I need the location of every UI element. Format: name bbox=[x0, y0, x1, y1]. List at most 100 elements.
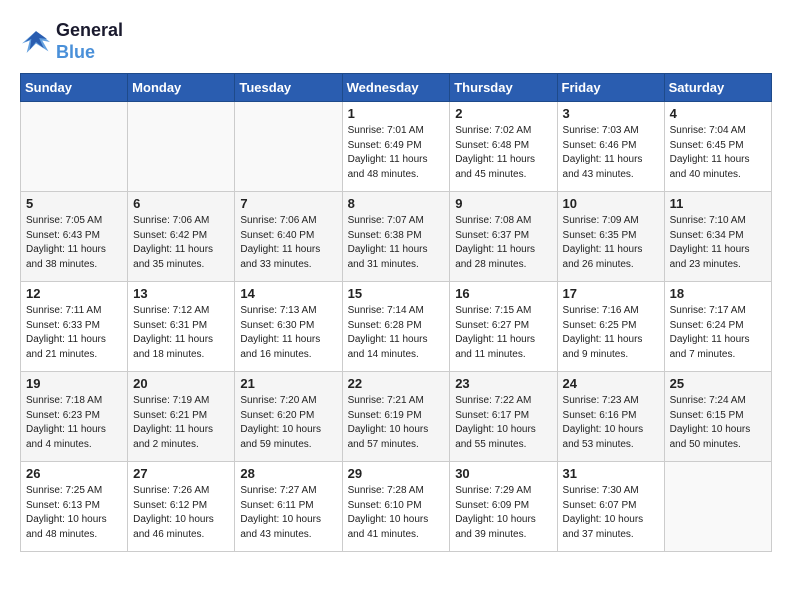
logo-bird-icon bbox=[20, 28, 52, 56]
week-row-3: 12 Sunrise: 7:11 AM Sunset: 6:33 PM Dayli… bbox=[21, 282, 772, 372]
day-number: 6 bbox=[133, 196, 229, 211]
day-info: Sunrise: 7:02 AM Sunset: 6:48 PM Dayligh… bbox=[455, 124, 551, 182]
weekday-header-friday: Friday bbox=[557, 74, 664, 102]
day-number: 26 bbox=[26, 466, 122, 481]
weekday-header-sunday: Sunday bbox=[21, 74, 128, 102]
day-number: 25 bbox=[670, 376, 766, 391]
calendar-cell: 29 Sunrise: 7:28 AM Sunset: 6:10 PM Dayli… bbox=[342, 462, 450, 552]
day-number: 7 bbox=[240, 196, 336, 211]
calendar-cell: 11 Sunrise: 7:10 AM Sunset: 6:34 PM Dayli… bbox=[664, 192, 771, 282]
calendar-cell: 17 Sunrise: 7:16 AM Sunset: 6:25 PM Dayli… bbox=[557, 282, 664, 372]
header: General Blue bbox=[20, 20, 772, 63]
day-number: 10 bbox=[563, 196, 659, 211]
calendar-cell: 21 Sunrise: 7:20 AM Sunset: 6:20 PM Dayli… bbox=[235, 372, 342, 462]
day-info: Sunrise: 7:23 AM Sunset: 6:16 PM Dayligh… bbox=[563, 394, 659, 452]
day-info: Sunrise: 7:12 AM Sunset: 6:31 PM Dayligh… bbox=[133, 304, 229, 362]
day-info: Sunrise: 7:14 AM Sunset: 6:28 PM Dayligh… bbox=[348, 304, 445, 362]
calendar-cell: 27Sunrise: 7:26 AM Sunset: 6:12 PM Dayli… bbox=[128, 462, 235, 552]
calendar-cell: 6 Sunrise: 7:06 AM Sunset: 6:42 PM Daylig… bbox=[128, 192, 235, 282]
day-number: 29 bbox=[348, 466, 445, 481]
calendar-cell: 25 Sunrise: 7:24 AM Sunset: 6:15 PM Dayli… bbox=[664, 372, 771, 462]
day-info: Sunrise: 7:07 AM Sunset: 6:38 PM Dayligh… bbox=[348, 214, 445, 272]
calendar-cell: 28 Sunrise: 7:27 AM Sunset: 6:11 PM Dayli… bbox=[235, 462, 342, 552]
calendar-cell: 12 Sunrise: 7:11 AM Sunset: 6:33 PM Dayli… bbox=[21, 282, 128, 372]
day-number: 19 bbox=[26, 376, 122, 391]
calendar-cell: 30 Sunrise: 7:29 AM Sunset: 6:09 PM Dayli… bbox=[450, 462, 557, 552]
day-number: 3 bbox=[563, 106, 659, 121]
day-number: 15 bbox=[348, 286, 445, 301]
calendar-cell: 10 Sunrise: 7:09 AM Sunset: 6:35 PM Dayli… bbox=[557, 192, 664, 282]
day-info: Sunrise: 7:13 AM Sunset: 6:30 PM Dayligh… bbox=[240, 304, 336, 362]
day-info: Sunrise: 7:19 AM Sunset: 6:21 PM Dayligh… bbox=[133, 394, 229, 452]
day-info: Sunrise: 7:28 AM Sunset: 6:10 PM Dayligh… bbox=[348, 484, 445, 542]
calendar-cell bbox=[21, 102, 128, 192]
calendar-cell: 9Sunrise: 7:08 AM Sunset: 6:37 PM Daylig… bbox=[450, 192, 557, 282]
day-number: 31 bbox=[563, 466, 659, 481]
calendar-cell: 22 Sunrise: 7:21 AM Sunset: 6:19 PM Dayli… bbox=[342, 372, 450, 462]
day-info: Sunrise: 7:06 AM Sunset: 6:40 PM Dayligh… bbox=[240, 214, 336, 272]
day-number: 4 bbox=[670, 106, 766, 121]
weekday-header-saturday: Saturday bbox=[664, 74, 771, 102]
day-info: Sunrise: 7:18 AM Sunset: 6:23 PM Dayligh… bbox=[26, 394, 122, 452]
calendar-cell: 8 Sunrise: 7:07 AM Sunset: 6:38 PM Daylig… bbox=[342, 192, 450, 282]
calendar: SundayMondayTuesdayWednesdayThursdayFrid… bbox=[20, 73, 772, 552]
calendar-cell: 19 Sunrise: 7:18 AM Sunset: 6:23 PM Dayli… bbox=[21, 372, 128, 462]
calendar-cell: 14 Sunrise: 7:13 AM Sunset: 6:30 PM Dayli… bbox=[235, 282, 342, 372]
weekday-header-wednesday: Wednesday bbox=[342, 74, 450, 102]
calendar-cell: 23 Sunrise: 7:22 AM Sunset: 6:17 PM Dayli… bbox=[450, 372, 557, 462]
day-number: 21 bbox=[240, 376, 336, 391]
calendar-cell: 31Sunrise: 7:30 AM Sunset: 6:07 PM Dayli… bbox=[557, 462, 664, 552]
calendar-cell: 13Sunrise: 7:12 AM Sunset: 6:31 PM Dayli… bbox=[128, 282, 235, 372]
day-info: Sunrise: 7:24 AM Sunset: 6:15 PM Dayligh… bbox=[670, 394, 766, 452]
day-info: Sunrise: 7:15 AM Sunset: 6:27 PM Dayligh… bbox=[455, 304, 551, 362]
day-number: 5 bbox=[26, 196, 122, 211]
day-info: Sunrise: 7:22 AM Sunset: 6:17 PM Dayligh… bbox=[455, 394, 551, 452]
calendar-cell: 1 Sunrise: 7:01 AM Sunset: 6:49 PM Daylig… bbox=[342, 102, 450, 192]
calendar-cell: 2 Sunrise: 7:02 AM Sunset: 6:48 PM Daylig… bbox=[450, 102, 557, 192]
day-info: Sunrise: 7:27 AM Sunset: 6:11 PM Dayligh… bbox=[240, 484, 336, 542]
day-info: Sunrise: 7:21 AM Sunset: 6:19 PM Dayligh… bbox=[348, 394, 445, 452]
week-row-2: 5 Sunrise: 7:05 AM Sunset: 6:43 PM Daylig… bbox=[21, 192, 772, 282]
weekday-header-thursday: Thursday bbox=[450, 74, 557, 102]
calendar-cell: 3 Sunrise: 7:03 AM Sunset: 6:46 PM Daylig… bbox=[557, 102, 664, 192]
calendar-cell: 26 Sunrise: 7:25 AM Sunset: 6:13 PM Dayli… bbox=[21, 462, 128, 552]
day-info: Sunrise: 7:26 AM Sunset: 6:12 PM Dayligh… bbox=[133, 484, 229, 542]
weekday-header-tuesday: Tuesday bbox=[235, 74, 342, 102]
day-number: 18 bbox=[670, 286, 766, 301]
day-number: 17 bbox=[563, 286, 659, 301]
day-info: Sunrise: 7:05 AM Sunset: 6:43 PM Dayligh… bbox=[26, 214, 122, 272]
day-info: Sunrise: 7:20 AM Sunset: 6:20 PM Dayligh… bbox=[240, 394, 336, 452]
day-info: Sunrise: 7:03 AM Sunset: 6:46 PM Dayligh… bbox=[563, 124, 659, 182]
day-info: Sunrise: 7:16 AM Sunset: 6:25 PM Dayligh… bbox=[563, 304, 659, 362]
day-number: 1 bbox=[348, 106, 445, 121]
week-row-1: 1 Sunrise: 7:01 AM Sunset: 6:49 PM Daylig… bbox=[21, 102, 772, 192]
calendar-cell: 4 Sunrise: 7:04 AM Sunset: 6:45 PM Daylig… bbox=[664, 102, 771, 192]
day-number: 28 bbox=[240, 466, 336, 481]
calendar-cell: 15 Sunrise: 7:14 AM Sunset: 6:28 PM Dayli… bbox=[342, 282, 450, 372]
day-number: 14 bbox=[240, 286, 336, 301]
day-number: 23 bbox=[455, 376, 551, 391]
calendar-cell bbox=[664, 462, 771, 552]
day-info: Sunrise: 7:29 AM Sunset: 6:09 PM Dayligh… bbox=[455, 484, 551, 542]
day-info: Sunrise: 7:11 AM Sunset: 6:33 PM Dayligh… bbox=[26, 304, 122, 362]
day-number: 16 bbox=[455, 286, 551, 301]
day-info: Sunrise: 7:09 AM Sunset: 6:35 PM Dayligh… bbox=[563, 214, 659, 272]
day-number: 8 bbox=[348, 196, 445, 211]
calendar-cell: 5 Sunrise: 7:05 AM Sunset: 6:43 PM Daylig… bbox=[21, 192, 128, 282]
day-number: 2 bbox=[455, 106, 551, 121]
day-info: Sunrise: 7:04 AM Sunset: 6:45 PM Dayligh… bbox=[670, 124, 766, 182]
day-info: Sunrise: 7:25 AM Sunset: 6:13 PM Dayligh… bbox=[26, 484, 122, 542]
day-info: Sunrise: 7:01 AM Sunset: 6:49 PM Dayligh… bbox=[348, 124, 445, 182]
day-info: Sunrise: 7:08 AM Sunset: 6:37 PM Dayligh… bbox=[455, 214, 551, 272]
day-info: Sunrise: 7:06 AM Sunset: 6:42 PM Dayligh… bbox=[133, 214, 229, 272]
day-number: 22 bbox=[348, 376, 445, 391]
day-number: 12 bbox=[26, 286, 122, 301]
week-row-4: 19 Sunrise: 7:18 AM Sunset: 6:23 PM Dayli… bbox=[21, 372, 772, 462]
day-info: Sunrise: 7:10 AM Sunset: 6:34 PM Dayligh… bbox=[670, 214, 766, 272]
day-number: 30 bbox=[455, 466, 551, 481]
day-number: 11 bbox=[670, 196, 766, 211]
weekday-header-row: SundayMondayTuesdayWednesdayThursdayFrid… bbox=[21, 74, 772, 102]
day-info: Sunrise: 7:17 AM Sunset: 6:24 PM Dayligh… bbox=[670, 304, 766, 362]
calendar-cell: 7 Sunrise: 7:06 AM Sunset: 6:40 PM Daylig… bbox=[235, 192, 342, 282]
calendar-cell: 18 Sunrise: 7:17 AM Sunset: 6:24 PM Dayli… bbox=[664, 282, 771, 372]
